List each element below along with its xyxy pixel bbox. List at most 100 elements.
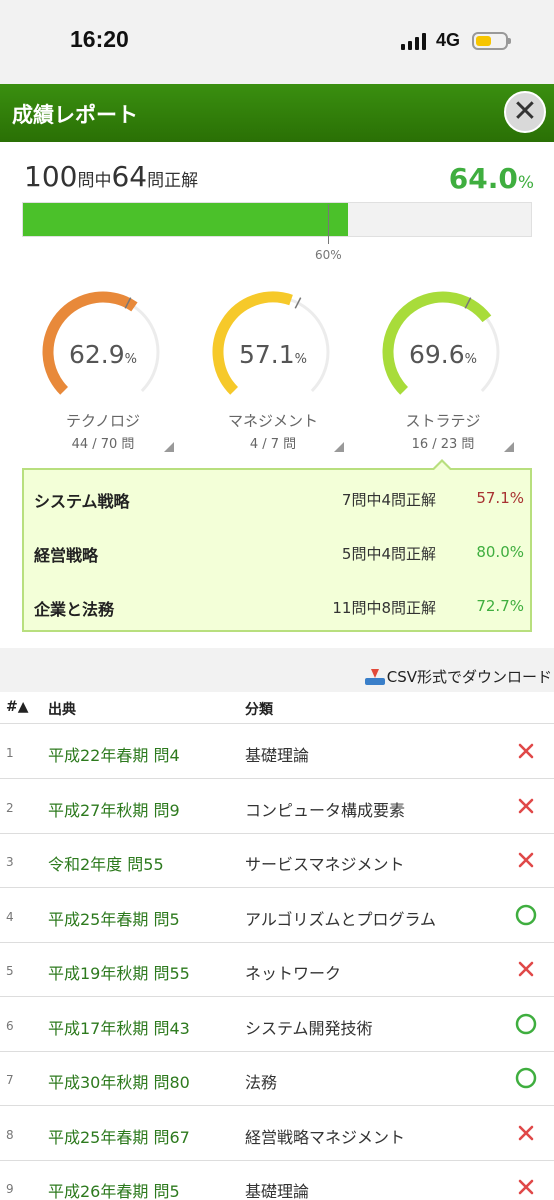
- wrong-cross-icon: [518, 852, 534, 868]
- sort-number-header[interactable]: #▲: [6, 699, 29, 715]
- close-button[interactable]: ✕: [504, 91, 546, 133]
- wrong-cross-icon: [518, 798, 534, 813]
- wrong-cross-icon: [518, 1179, 534, 1195]
- expand-triangle-icon[interactable]: [164, 442, 174, 452]
- gauge-technology[interactable]: 62.9% テクノロジ 44 / 70 問: [38, 290, 174, 452]
- gauge-management[interactable]: 57.1% マネジメント 4 / 7 問: [208, 290, 344, 452]
- row-number: 8: [6, 1127, 14, 1142]
- gauge-strategy-count: 16 / 23 問: [378, 433, 514, 452]
- detail-row: 企業と法務 11問中8問正解 72.7%: [34, 592, 524, 622]
- row-number: 9: [6, 1182, 14, 1196]
- row-source-link[interactable]: 平成26年春期 問5: [48, 1178, 180, 1200]
- table-row[interactable]: 3 令和2年度 問55 サービスマネジメント: [0, 834, 554, 888]
- row-category: サービスマネジメント: [245, 855, 405, 874]
- row-category: コンピュータ構成要素: [245, 800, 406, 820]
- row-category: ネットワーク: [245, 964, 342, 983]
- status-bar: 16:20 4G: [0, 0, 554, 84]
- category-header[interactable]: 分類: [245, 699, 273, 719]
- expand-triangle-icon[interactable]: [504, 442, 514, 452]
- gauge-strategy[interactable]: 69.6% ストラテジ 16 / 23 問: [378, 290, 514, 452]
- total-count: 100: [24, 160, 78, 193]
- detail-row: システム戦略 7問中4問正解 57.1%: [34, 484, 524, 514]
- correct-suffix: 問正解: [147, 171, 199, 191]
- row-source-link[interactable]: 平成17年秋期 問43: [48, 1015, 190, 1039]
- wrong-cross-icon: [518, 961, 534, 977]
- correct-circle-icon: [515, 1067, 537, 1089]
- status-icons: 4G: [400, 30, 511, 51]
- detail-row: 経営戦略 5問中4問正解 80.0%: [34, 538, 524, 568]
- row-source-link[interactable]: 令和2年度 問55: [48, 851, 164, 875]
- row-category: アルゴリズムとプログラム: [245, 909, 437, 929]
- correct-circle-icon: [515, 1013, 537, 1034]
- signal-icon: [400, 32, 426, 50]
- detail-name: 経営戦略: [34, 546, 99, 565]
- score-percent-unit: %: [517, 173, 534, 193]
- detail-count: 5問中4問正解: [341, 545, 436, 563]
- detail-count: 7問中4問正解: [341, 491, 436, 509]
- correct-count: 64: [111, 160, 148, 193]
- row-number: 7: [6, 1073, 14, 1087]
- score-progress-fill: [23, 203, 349, 236]
- gauge-technology-value: 62.9%: [68, 340, 138, 369]
- category-detail-panel: システム戦略 7問中4問正解 57.1% 経営戦略 5問中4問正解 80.0% …: [22, 468, 532, 632]
- page-title: 成績レポート: [12, 103, 138, 127]
- gauge-strategy-label: ストラテジ: [405, 412, 481, 430]
- row-source-link[interactable]: 平成22年春期 問4: [48, 742, 180, 766]
- table-row[interactable]: 1 平成22年春期 問4 基礎理論: [0, 725, 554, 779]
- row-number: 6: [6, 1018, 14, 1033]
- row-source-link[interactable]: 平成25年春期 問67: [48, 1124, 190, 1148]
- gauge-strategy-value: 69.6%: [408, 340, 478, 369]
- row-number: 2: [6, 800, 14, 815]
- row-source-link[interactable]: 平成25年春期 問5: [48, 906, 180, 930]
- source-header[interactable]: 出典: [48, 699, 76, 719]
- wrong-cross-icon: [518, 743, 534, 759]
- score-percent: 64.0%: [449, 162, 534, 195]
- detail-percent: 80.0%: [476, 543, 524, 561]
- pass-mark-label: 60%: [315, 248, 342, 262]
- row-number: 3: [6, 855, 14, 869]
- detail-count: 11問中8問正解: [332, 599, 436, 617]
- table-row[interactable]: 6 平成17年秋期 問43 システム開発技術: [0, 998, 554, 1052]
- row-category: 経営戦略マネジメント: [245, 1127, 406, 1147]
- score-text: 100問中64問正解: [24, 160, 198, 193]
- table-row[interactable]: 9 平成26年春期 問5 基礎理論: [0, 1161, 554, 1200]
- expand-triangle-icon[interactable]: [334, 442, 344, 452]
- row-category: 基礎理論: [245, 746, 310, 765]
- table-row[interactable]: 8 平成25年春期 問67 経営戦略マネジメント: [0, 1107, 554, 1161]
- table-row[interactable]: 7 平成30年秋期 問80 法務: [0, 1052, 554, 1106]
- row-category: 基礎理論: [245, 1182, 310, 1200]
- wrong-cross-icon: [518, 1125, 534, 1140]
- network-type: 4G: [435, 30, 460, 50]
- row-source-link[interactable]: 平成30年秋期 問80: [48, 1069, 190, 1093]
- table-header: #▲ 出典 分類: [0, 692, 554, 724]
- score-percent-value: 64.0: [448, 162, 518, 195]
- download-icon: [364, 668, 385, 685]
- gauge-management-label: マネジメント: [227, 412, 318, 430]
- gauge-technology-label: テクノロジ: [65, 412, 141, 430]
- row-category: システム開発技術: [245, 1018, 373, 1038]
- row-number: 5: [6, 964, 14, 978]
- csv-download-link[interactable]: CSV形式でダウンロード: [364, 666, 552, 687]
- row-source-link[interactable]: 平成19年秋期 問55: [48, 960, 190, 984]
- table-row[interactable]: 2 平成27年秋期 問9 コンピュータ構成要素: [0, 780, 554, 834]
- total-suffix: 問中: [77, 171, 112, 191]
- correct-circle-icon: [515, 904, 537, 925]
- detail-name: 企業と法務: [34, 600, 115, 619]
- detail-percent: 72.7%: [476, 597, 524, 615]
- score-progress-bar: [22, 202, 532, 237]
- csv-download-label: CSV形式でダウンロード: [386, 668, 552, 686]
- detail-pointer-inner: [434, 462, 450, 470]
- row-source-link[interactable]: 平成27年秋期 問9: [48, 797, 180, 821]
- row-number: 1: [6, 746, 14, 760]
- detail-percent: 57.1%: [476, 489, 524, 507]
- battery-icon: [472, 31, 511, 50]
- table-row[interactable]: 5 平成19年秋期 問55 ネットワーク: [0, 943, 554, 997]
- detail-name: システム戦略: [34, 492, 130, 511]
- row-category: 法務: [245, 1073, 278, 1092]
- table-row[interactable]: 4 平成25年春期 問5 アルゴリズムとプログラム: [0, 889, 554, 943]
- gauge-technology-count: 44 / 70 問: [38, 433, 174, 452]
- status-time: 16:20: [70, 26, 129, 52]
- close-icon: ✕: [512, 94, 538, 129]
- gauge-management-value: 57.1%: [238, 340, 308, 369]
- pass-mark-line: [328, 204, 329, 244]
